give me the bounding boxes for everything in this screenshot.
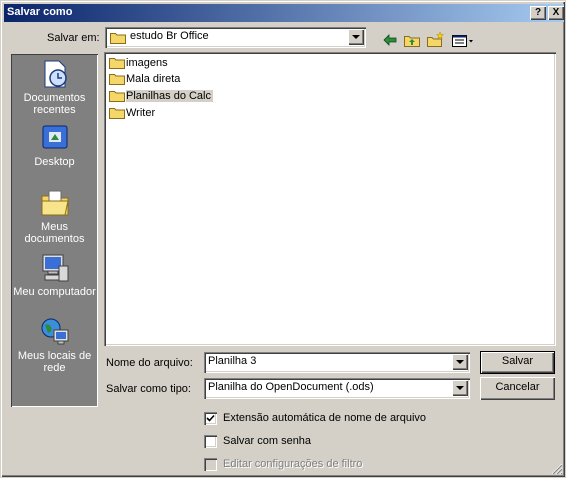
dialog-title: Salvar como (7, 6, 73, 18)
place-label: Meus documentos (24, 221, 85, 245)
folder-icon (109, 74, 125, 85)
filetype-label: Salvar como tipo: (106, 383, 191, 395)
edit-filter-settings-label: Editar configurações de filtro (223, 458, 363, 470)
save-in-value: estudo Br Office (130, 30, 209, 42)
filename-input[interactable]: Planilha 3 (204, 352, 470, 373)
resize-grip-icon[interactable] (550, 462, 563, 475)
view-menu-button[interactable] (449, 30, 475, 50)
place-network[interactable]: Meus locais de rede (11, 316, 98, 374)
save-with-password-label: Salvar com senha (223, 435, 312, 447)
title-bar[interactable]: Salvar como ? X (4, 4, 564, 22)
save-in-dropdown-arrow[interactable] (348, 29, 364, 45)
place-label: Documentos recentes (23, 92, 86, 116)
folder-icon (109, 91, 125, 102)
places-bar: Documentos recentes Desktop Meus documen… (11, 54, 98, 407)
check-icon (206, 414, 215, 422)
auto-extension-label: Extensão automática de nome de arquivo (223, 412, 427, 424)
save-button[interactable]: Salvar (480, 351, 555, 374)
file-name: Planilhas do Calc (126, 90, 213, 102)
back-arrow-icon (383, 34, 397, 46)
network-places-icon (41, 318, 68, 345)
close-button[interactable]: X (548, 6, 564, 20)
auto-extension-checkbox[interactable] (204, 412, 217, 425)
filename-value: Planilha 3 (208, 355, 257, 367)
up-one-level-button[interactable] (401, 30, 423, 50)
folder-icon (110, 33, 126, 44)
folder-icon (109, 108, 125, 119)
filetype-dropdown-arrow[interactable] (452, 380, 468, 396)
place-recent-documents[interactable]: Documentos recentes (11, 58, 98, 116)
my-documents-icon (41, 190, 69, 216)
edit-filter-settings-checkbox (204, 458, 217, 471)
folder-up-icon (404, 36, 420, 47)
place-desktop[interactable]: Desktop (11, 122, 98, 168)
save-in-label: Salvar em: (47, 32, 100, 44)
desktop-icon (42, 125, 67, 149)
place-my-documents[interactable]: Meus documentos (11, 187, 98, 245)
save-with-password-checkbox[interactable] (204, 435, 217, 448)
help-button[interactable]: ? (530, 6, 546, 20)
my-computer-icon (42, 254, 68, 282)
save-in-combo[interactable]: estudo Br Office (105, 27, 366, 48)
file-name: Mala direta (126, 73, 181, 85)
new-folder-button[interactable] (424, 30, 446, 50)
back-button[interactable] (379, 30, 401, 50)
filetype-value: Planilha do OpenDocument (.ods) (208, 381, 374, 393)
filename-label: Nome do arquivo: (106, 357, 193, 369)
file-list[interactable]: imagens Mala direta Planilhas do Calc Wr… (104, 52, 556, 346)
place-label: Desktop (34, 156, 75, 168)
recent-documents-icon (44, 60, 67, 88)
file-name: Writer (126, 107, 156, 119)
place-label: Meu computador (13, 286, 96, 298)
new-folder-icon (427, 31, 445, 47)
save-as-dialog: Salvar como ? X Salvar em: estudo Br Off… (0, 0, 566, 478)
view-menu-icon (452, 35, 473, 47)
cancel-button[interactable]: Cancelar (480, 377, 555, 400)
filename-dropdown-arrow[interactable] (452, 354, 468, 370)
place-my-computer[interactable]: Meu computador (11, 252, 98, 298)
place-label: Meus locais de rede (17, 350, 92, 374)
file-name: imagens (126, 57, 168, 69)
filetype-select[interactable]: Planilha do OpenDocument (.ods) (204, 378, 470, 399)
folder-icon (109, 58, 125, 69)
